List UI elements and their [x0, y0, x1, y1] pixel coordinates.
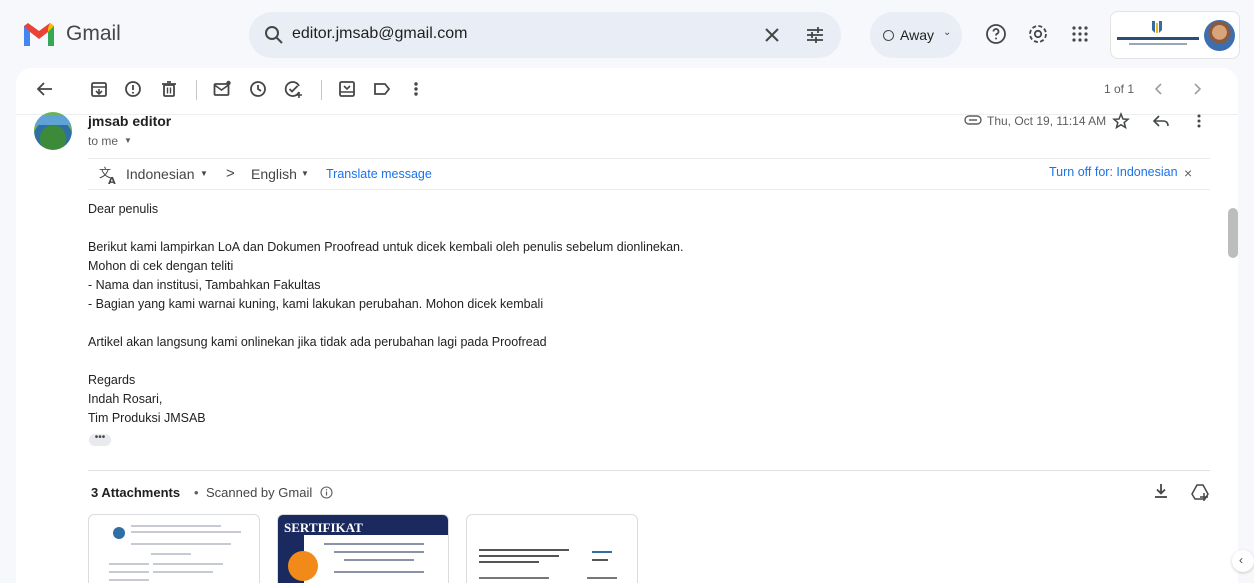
star-icon[interactable]	[1112, 112, 1130, 130]
gear-icon[interactable]	[1026, 22, 1050, 46]
search-icon[interactable]	[263, 24, 285, 46]
separator-dot: •	[194, 485, 199, 500]
document-logo-icon	[113, 527, 125, 539]
mark-unread-icon[interactable]	[211, 78, 233, 100]
university-logo	[1117, 20, 1199, 52]
scrollbar-track[interactable]	[1223, 118, 1237, 583]
chevron-down-icon: ⌄	[943, 27, 952, 38]
add-task-icon[interactable]	[282, 78, 304, 100]
attachments-divider	[88, 470, 1210, 471]
caret-down-icon[interactable]: ▼	[301, 169, 309, 178]
search-bar[interactable]: editor.jmsab@gmail.com	[249, 12, 841, 58]
body-line: Tim Produksi JMSAB	[88, 411, 206, 425]
message-date: Thu, Oct 19, 11:14 AM	[987, 114, 1107, 128]
apps-grid-icon[interactable]	[1068, 22, 1092, 46]
body-line: Artikel akan langsung kami onlinekan jik…	[88, 335, 547, 349]
chevron-left-icon: ‹	[1239, 553, 1243, 567]
show-trimmed-content-button[interactable]: •••	[89, 433, 111, 446]
body-line: Dear penulis	[88, 202, 159, 216]
caret-down-icon[interactable]: ▼	[200, 169, 208, 178]
body-line: Regards	[88, 373, 136, 387]
attachment-clip-icon	[964, 115, 982, 125]
label-icon[interactable]	[371, 78, 393, 100]
status-label: Away	[900, 27, 934, 43]
body-line: Indah Rosari,	[88, 392, 163, 406]
top-bar: Gmail editor.jmsab@gmail.com Away ⌄	[0, 0, 1254, 68]
chevron-right-icon[interactable]	[1188, 80, 1206, 98]
translate-message-link[interactable]: Translate message	[326, 167, 432, 181]
scanned-label: Scanned by Gmail	[206, 485, 313, 500]
chevron-left-icon[interactable]	[1150, 80, 1168, 98]
source-language-select[interactable]: Indonesian	[126, 166, 195, 182]
back-arrow-icon[interactable]	[34, 78, 56, 100]
translate-bar: 文A Indonesian ▼ > English ▼ Translate me…	[88, 158, 1210, 190]
more-vert-icon[interactable]	[1190, 112, 1208, 130]
attachment-thumbnail[interactable]: SERTIFIKAT	[277, 514, 449, 583]
message-view: 1 of 1 jmsab editor to me ▼ Thu, Oct 19,…	[16, 68, 1238, 583]
target-language-select[interactable]: English	[251, 166, 297, 182]
download-all-icon[interactable]	[1152, 482, 1170, 500]
toolbar-divider	[196, 80, 197, 100]
translate-direction-icon: >	[226, 165, 235, 182]
chevron-down-icon[interactable]: ▼	[124, 136, 132, 145]
report-spam-icon[interactable]	[122, 78, 144, 100]
delete-icon[interactable]	[158, 78, 180, 100]
body-line: - Nama dan institusi, Tambahkan Fakultas	[88, 278, 321, 292]
move-to-icon[interactable]	[336, 78, 358, 100]
more-vert-icon[interactable]	[405, 78, 427, 100]
snooze-icon[interactable]	[247, 78, 269, 100]
side-panel-toggle[interactable]: ‹	[1232, 550, 1254, 572]
university-emblem-icon	[1152, 21, 1162, 33]
message-body: Dear penulis Berikut kami lampirkan LoA …	[88, 200, 1088, 428]
status-selector[interactable]: Away ⌄	[870, 12, 962, 58]
account-switcher[interactable]	[1110, 11, 1240, 59]
close-icon[interactable]	[761, 24, 783, 46]
body-line: Berikut kami lampirkan LoA dan Dokumen P…	[88, 240, 684, 254]
info-icon[interactable]	[320, 486, 333, 499]
attachment-thumbnail[interactable]	[466, 514, 638, 583]
reply-icon[interactable]	[1152, 112, 1170, 130]
archive-icon[interactable]	[88, 78, 110, 100]
svg-text:A: A	[108, 176, 116, 185]
body-line: - Bagian yang kami warnai kuning, kami l…	[88, 297, 544, 311]
gmail-wordmark[interactable]: Gmail	[66, 22, 121, 46]
filter-options-icon[interactable]	[804, 24, 826, 46]
toolbar-divider	[321, 80, 322, 100]
translate-icon: 文A	[99, 165, 116, 185]
message-toolbar: 1 of 1	[16, 68, 1238, 112]
add-to-drive-icon[interactable]	[1190, 482, 1210, 502]
sender-avatar[interactable]	[34, 112, 72, 150]
certificate-title: SERTIFIKAT	[284, 520, 363, 535]
recipient-label[interactable]: to me	[88, 134, 118, 148]
search-input[interactable]: editor.jmsab@gmail.com	[292, 25, 467, 43]
body-line: Mohon di cek dengan teliti	[88, 259, 234, 273]
gmail-logo-icon[interactable]	[22, 20, 56, 48]
scrollbar-thumb[interactable]	[1228, 208, 1238, 258]
sender-name[interactable]: jmsab editor	[88, 113, 171, 129]
close-translate-button[interactable]: ×	[1184, 165, 1192, 181]
avatar[interactable]	[1204, 20, 1235, 51]
status-dot-icon	[883, 30, 894, 41]
certificate-emblem-icon	[288, 551, 318, 581]
pagination-text: 1 of 1	[1104, 82, 1135, 96]
turn-off-translation-link[interactable]: Turn off for: Indonesian	[1049, 165, 1178, 179]
help-icon[interactable]	[984, 22, 1008, 46]
attachments-title: 3 Attachments	[91, 485, 181, 500]
attachment-thumbnail[interactable]	[88, 514, 260, 583]
